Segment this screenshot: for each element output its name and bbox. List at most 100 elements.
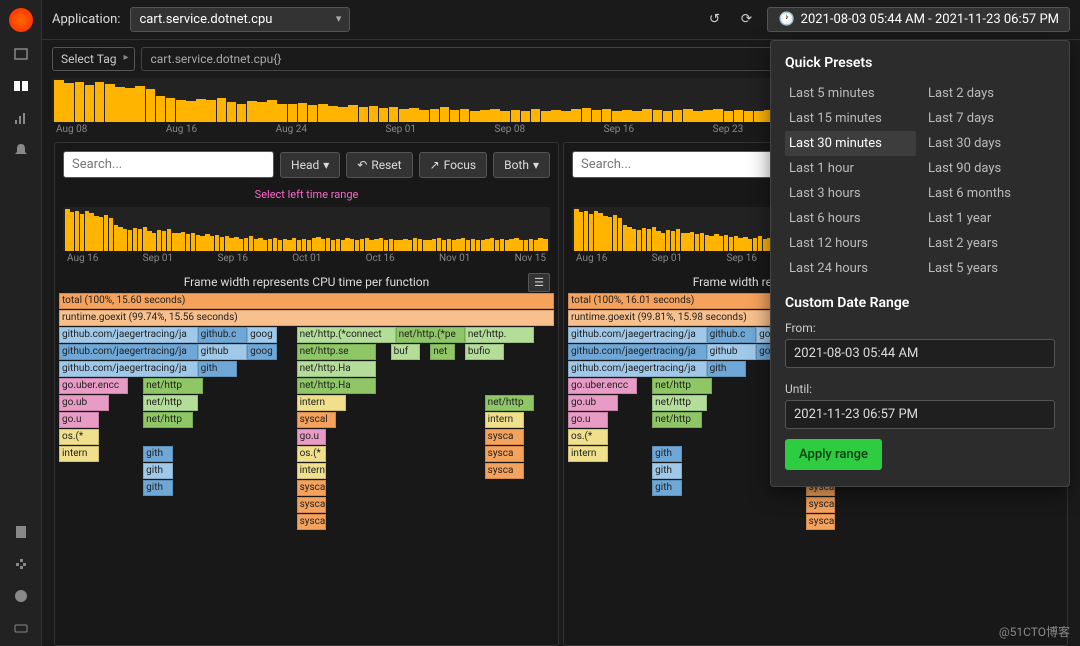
flame-frame[interactable]: os.(*	[59, 429, 99, 445]
flame-frame[interactable]: net/http	[143, 412, 193, 428]
flame-frame[interactable]: sysca	[806, 514, 836, 530]
flame-frame[interactable]: go.u	[568, 412, 608, 428]
comparison-view-icon[interactable]	[11, 76, 31, 96]
preset-option[interactable]: Last 2 days	[924, 81, 1055, 106]
preset-option[interactable]: Last 5 minutes	[785, 81, 916, 106]
flame-frame[interactable]: gith	[143, 480, 173, 496]
flame-frame[interactable]: intern	[297, 463, 327, 479]
flame-frame[interactable]: gith	[143, 463, 173, 479]
flame-frame[interactable]: runtime.goexit (99.74%, 15.56 seconds)	[59, 310, 554, 326]
flame-frame[interactable]: intern	[485, 412, 525, 428]
preset-option[interactable]: Last 7 days	[924, 106, 1055, 131]
flame-frame[interactable]: net	[430, 344, 455, 360]
preset-option[interactable]: Last 1 hour	[785, 156, 916, 181]
flame-frame[interactable]: github.com/jaegertracing/ja	[59, 344, 198, 360]
flame-frame[interactable]: github	[198, 344, 248, 360]
flame-frame[interactable]: sysca	[485, 429, 525, 445]
flame-frame[interactable]: net/http	[485, 395, 535, 411]
preset-option[interactable]: Last 2 years	[924, 231, 1055, 256]
preset-option[interactable]: Last 90 days	[924, 156, 1055, 181]
flame-frame[interactable]: os.(*	[297, 446, 327, 462]
flame-frame[interactable]: gith	[652, 480, 682, 496]
flame-frame[interactable]: gith	[143, 446, 173, 462]
flame-frame[interactable]: github.com/jaegertracing/ja	[568, 344, 707, 360]
flame-frame[interactable]: net/http.Ha	[297, 361, 376, 377]
flame-frame[interactable]: go.u	[297, 429, 327, 445]
flame-frame[interactable]: net/http.(*pe	[396, 327, 465, 343]
flame-frame[interactable]: gith	[198, 361, 238, 377]
github-icon[interactable]	[11, 586, 31, 606]
flame-frame[interactable]: goog	[247, 344, 277, 360]
flame-frame[interactable]: net/http	[652, 378, 711, 394]
flame-frame[interactable]: sysca	[806, 497, 836, 513]
flame-frame[interactable]: net/http.(*connect	[297, 327, 396, 343]
both-dropdown[interactable]: Both ▾	[493, 152, 550, 178]
preset-option[interactable]: Last 6 hours	[785, 206, 916, 231]
flame-frame[interactable]: net/http.	[465, 327, 534, 343]
preset-option[interactable]: Last 6 months	[924, 181, 1055, 206]
slack-icon[interactable]	[11, 554, 31, 574]
flame-frame[interactable]: go.ub	[568, 395, 618, 411]
flame-frame[interactable]: github.c	[707, 327, 757, 343]
left-mini-timeline[interactable]: Aug 16Sep 01Sep 16Oct 01Oct 16Nov 01Nov …	[63, 207, 550, 267]
reset-button[interactable]: ↶ Reset	[346, 152, 412, 178]
flame-frame[interactable]: sysca	[485, 446, 525, 462]
flame-frame[interactable]: sysca	[297, 497, 327, 513]
flame-frame[interactable]: bufio	[465, 344, 505, 360]
flame-frame[interactable]: intern	[297, 395, 347, 411]
flame-frame[interactable]: total (100%, 15.60 seconds)	[59, 293, 554, 309]
flame-frame[interactable]: os.(*	[568, 429, 608, 445]
application-select[interactable]: cart.service.dotnet.cpu	[130, 7, 350, 32]
flame-frame[interactable]: net/http	[652, 412, 702, 428]
flame-frame[interactable]: github.com/jaegertracing/ja	[568, 361, 707, 377]
flame-frame[interactable]: github.com/jaegertracing/ja	[59, 361, 198, 377]
apply-range-button[interactable]: Apply range	[785, 439, 882, 470]
daterange-button[interactable]: 🕐 2021-08-03 05:44 AM - 2021-11-23 06:57…	[767, 7, 1070, 32]
flame-frame[interactable]: net/http.Ha	[297, 378, 376, 394]
flame-frame[interactable]: go.ub	[59, 395, 109, 411]
flame-frame[interactable]: github.c	[198, 327, 248, 343]
flame-frame[interactable]: sysca	[485, 463, 525, 479]
flame-frame[interactable]: buf	[391, 344, 421, 360]
flame-frame[interactable]: intern	[59, 446, 99, 462]
until-input[interactable]	[785, 400, 1055, 429]
preset-option[interactable]: Last 3 hours	[785, 181, 916, 206]
keyboard-icon[interactable]	[11, 618, 31, 638]
from-input[interactable]	[785, 339, 1055, 368]
flame-frame[interactable]: go.uber.encc	[568, 378, 637, 394]
flame-frame[interactable]: sysca	[297, 514, 327, 530]
preset-option[interactable]: Last 12 hours	[785, 231, 916, 256]
flame-frame[interactable]: syscal	[297, 412, 337, 428]
panel-menu-button[interactable]: ☰	[528, 273, 550, 292]
flame-frame[interactable]: syscal	[297, 480, 327, 496]
flame-frame[interactable]: github.com/jaegertracing/ja	[59, 327, 198, 343]
flame-frame[interactable]: net/http.se	[297, 344, 376, 360]
flame-frame[interactable]: intern	[568, 446, 608, 462]
preset-option[interactable]: Last 30 days	[924, 131, 1055, 156]
flame-frame[interactable]: github.com/jaegertracing/ja	[568, 327, 707, 343]
head-dropdown[interactable]: Head ▾	[280, 152, 340, 178]
flame-frame[interactable]: gith	[707, 361, 747, 377]
flame-frame[interactable]: net/http	[652, 395, 706, 411]
preset-option[interactable]: Last 15 minutes	[785, 106, 916, 131]
flame-frame[interactable]: gith	[652, 463, 682, 479]
undo-icon[interactable]: ↺	[703, 9, 725, 31]
focus-button[interactable]: ↗ Focus	[419, 152, 488, 178]
alerts-icon[interactable]	[11, 140, 31, 160]
flame-frame[interactable]: github	[707, 344, 757, 360]
refresh-icon[interactable]: ⟳	[735, 9, 757, 31]
preset-option[interactable]: Last 30 minutes	[785, 131, 916, 156]
flamegraph-left[interactable]: total (100%, 15.60 seconds)runtime.goexi…	[55, 293, 558, 645]
preset-option[interactable]: Last 5 years	[924, 256, 1055, 281]
docs-icon[interactable]	[11, 522, 31, 542]
flame-frame[interactable]: go.u	[59, 412, 99, 428]
flame-frame[interactable]: go.uber.encc	[59, 378, 128, 394]
flame-frame[interactable]: net/http	[143, 378, 202, 394]
single-view-icon[interactable]	[11, 44, 31, 64]
preset-option[interactable]: Last 24 hours	[785, 256, 916, 281]
flame-frame[interactable]: gith	[652, 446, 682, 462]
search-input[interactable]	[63, 151, 274, 178]
diff-view-icon[interactable]	[11, 108, 31, 128]
preset-option[interactable]: Last 1 year	[924, 206, 1055, 231]
select-tag-dropdown[interactable]: Select Tag	[52, 47, 135, 71]
